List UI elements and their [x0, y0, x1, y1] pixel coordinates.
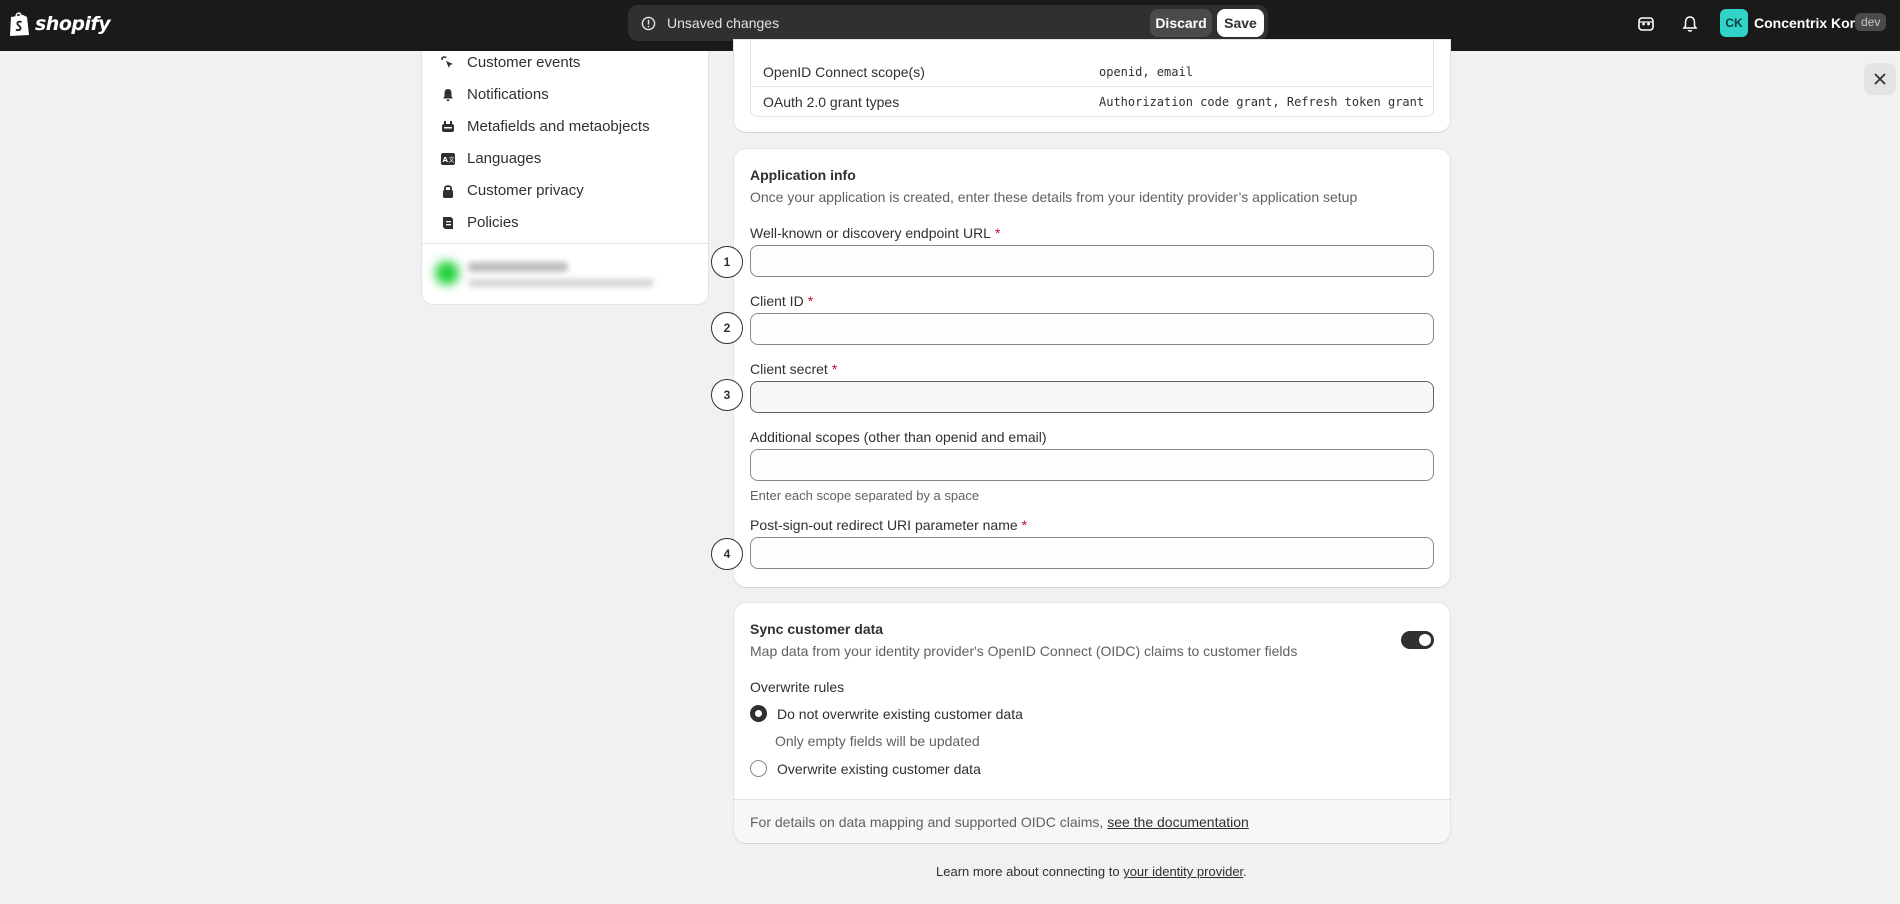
translate-icon: A 文 [441, 152, 455, 165]
close-button[interactable] [1864, 63, 1896, 95]
config-key: OAuth 2.0 grant types [763, 93, 900, 110]
radio-help-text: Only empty fields will be updated [775, 733, 980, 749]
unsaved-changes-bar: Unsaved changes Discard Save [628, 5, 1268, 41]
additional-scopes-help: Enter each scope separated by a space [750, 488, 980, 503]
client-id-label: Client ID * [750, 293, 814, 309]
sidebar-item-label: Policies [467, 214, 519, 231]
save-button[interactable]: Save [1217, 9, 1264, 37]
post-signout-label: Post-sign-out redirect URI parameter nam… [750, 517, 1028, 533]
settings-sidebar: Customer events Notifications Metafields… [421, 51, 709, 305]
store-badge: dev [1855, 13, 1887, 31]
overwrite-rules-label: Overwrite rules [750, 679, 845, 695]
sidebar-item-policies[interactable]: Policies [440, 214, 519, 231]
step-marker: 1 [711, 246, 743, 278]
card-title: Sync customer data [750, 621, 884, 637]
post-signout-input[interactable] [750, 537, 1434, 569]
radio-label: Overwrite existing customer data [777, 760, 981, 777]
oidc-config-card: OpenID Connect scope(s) openid, email OA… [734, 40, 1450, 132]
discovery-url-label: Well-known or discovery endpoint URL * [750, 225, 1001, 241]
footer-text: For details on data mapping and supporte… [750, 813, 1104, 830]
step-marker: 2 [711, 312, 743, 344]
discard-button[interactable]: Discard [1150, 9, 1212, 37]
sync-toggle[interactable] [1401, 631, 1434, 649]
bell-icon[interactable] [1680, 14, 1700, 34]
toggle-knob [1419, 634, 1431, 646]
client-id-input[interactable] [750, 313, 1434, 345]
sidebar-item-label: Notifications [467, 86, 549, 103]
card-subtitle: Once your application is created, enter … [750, 189, 1358, 205]
sidebar-item-customer-privacy[interactable]: Customer privacy [440, 182, 584, 199]
radio-do-not-overwrite[interactable]: Do not overwrite existing customer data [750, 705, 1023, 722]
table-row: OpenID Connect scope(s) openid, email [751, 58, 1433, 87]
step-marker: 4 [711, 538, 743, 570]
sidebar-item-label: Customer events [467, 54, 581, 71]
application-info-card: Application info Once your application i… [734, 149, 1450, 587]
client-secret-label: Client secret * [750, 361, 838, 377]
sidebar-item-label: Metafields and metaobjects [467, 118, 650, 135]
database-icon [442, 120, 454, 132]
lock-icon [443, 184, 453, 198]
store-name[interactable]: Concentrix Korea [1754, 15, 1871, 31]
config-value: openid, email [1099, 65, 1193, 79]
shopify-bag-icon [10, 12, 29, 36]
sidekick-icon[interactable] [1636, 14, 1656, 34]
client-secret-input[interactable] [750, 381, 1434, 413]
discovery-url-input[interactable] [750, 245, 1434, 277]
card-footer: For details on data mapping and supporte… [734, 799, 1450, 843]
bottom-note: Learn more about connecting to your iden… [936, 864, 1247, 879]
card-subtitle: Map data from your identity provider's O… [750, 643, 1298, 659]
user-email-redacted [468, 279, 654, 287]
unsaved-changes-text: Unsaved changes [667, 15, 780, 31]
additional-scopes-input[interactable] [750, 449, 1434, 481]
config-table: OpenID Connect scope(s) openid, email OA… [750, 40, 1434, 117]
sidebar-item-metafields[interactable]: Metafields and metaobjects [440, 118, 650, 135]
cursor-click-icon [441, 55, 453, 68]
radio-overwrite[interactable]: Overwrite existing customer data [750, 760, 981, 777]
sidebar-item-notifications[interactable]: Notifications [440, 86, 549, 103]
card-title: Application info [750, 167, 856, 183]
additional-scopes-label: Additional scopes (other than openid and… [750, 429, 1047, 445]
bell-icon [443, 88, 453, 101]
radio-label: Do not overwrite existing customer data [777, 705, 1023, 722]
bottom-note-text: Learn more about connecting to [936, 864, 1120, 879]
user-name-redacted [468, 262, 568, 272]
sidebar-item-label: Customer privacy [467, 182, 584, 199]
sync-customer-data-card: Sync customer data Map data from your id… [734, 603, 1450, 843]
user-avatar[interactable] [435, 261, 459, 285]
close-icon [1874, 73, 1886, 85]
identity-provider-link[interactable]: your identity provider [1123, 864, 1243, 879]
radio-button[interactable] [750, 760, 767, 777]
clipboard-icon [443, 216, 453, 229]
step-marker: 3 [711, 379, 743, 411]
shopify-logo[interactable]: shopify [8, 11, 111, 37]
documentation-link[interactable]: see the documentation [1107, 814, 1249, 830]
brand-name: shopify [35, 13, 111, 35]
radio-button[interactable] [750, 705, 767, 722]
info-icon [641, 16, 656, 30]
avatar[interactable]: CK [1720, 9, 1748, 37]
sidebar-item-label: Languages [467, 150, 542, 167]
config-key: OpenID Connect scope(s) [763, 64, 925, 80]
table-row: OAuth 2.0 grant types Authorization code… [751, 87, 1433, 116]
svg-text:文: 文 [449, 156, 455, 164]
config-value: Authorization code grant, Refresh token … [1099, 94, 1425, 109]
bottom-note-end: . [1243, 864, 1247, 879]
sidebar-item-customer-events[interactable]: Customer events [440, 54, 580, 71]
sidebar-item-languages[interactable]: A 文 Languages [440, 150, 541, 167]
sidebar-divider [422, 243, 709, 244]
